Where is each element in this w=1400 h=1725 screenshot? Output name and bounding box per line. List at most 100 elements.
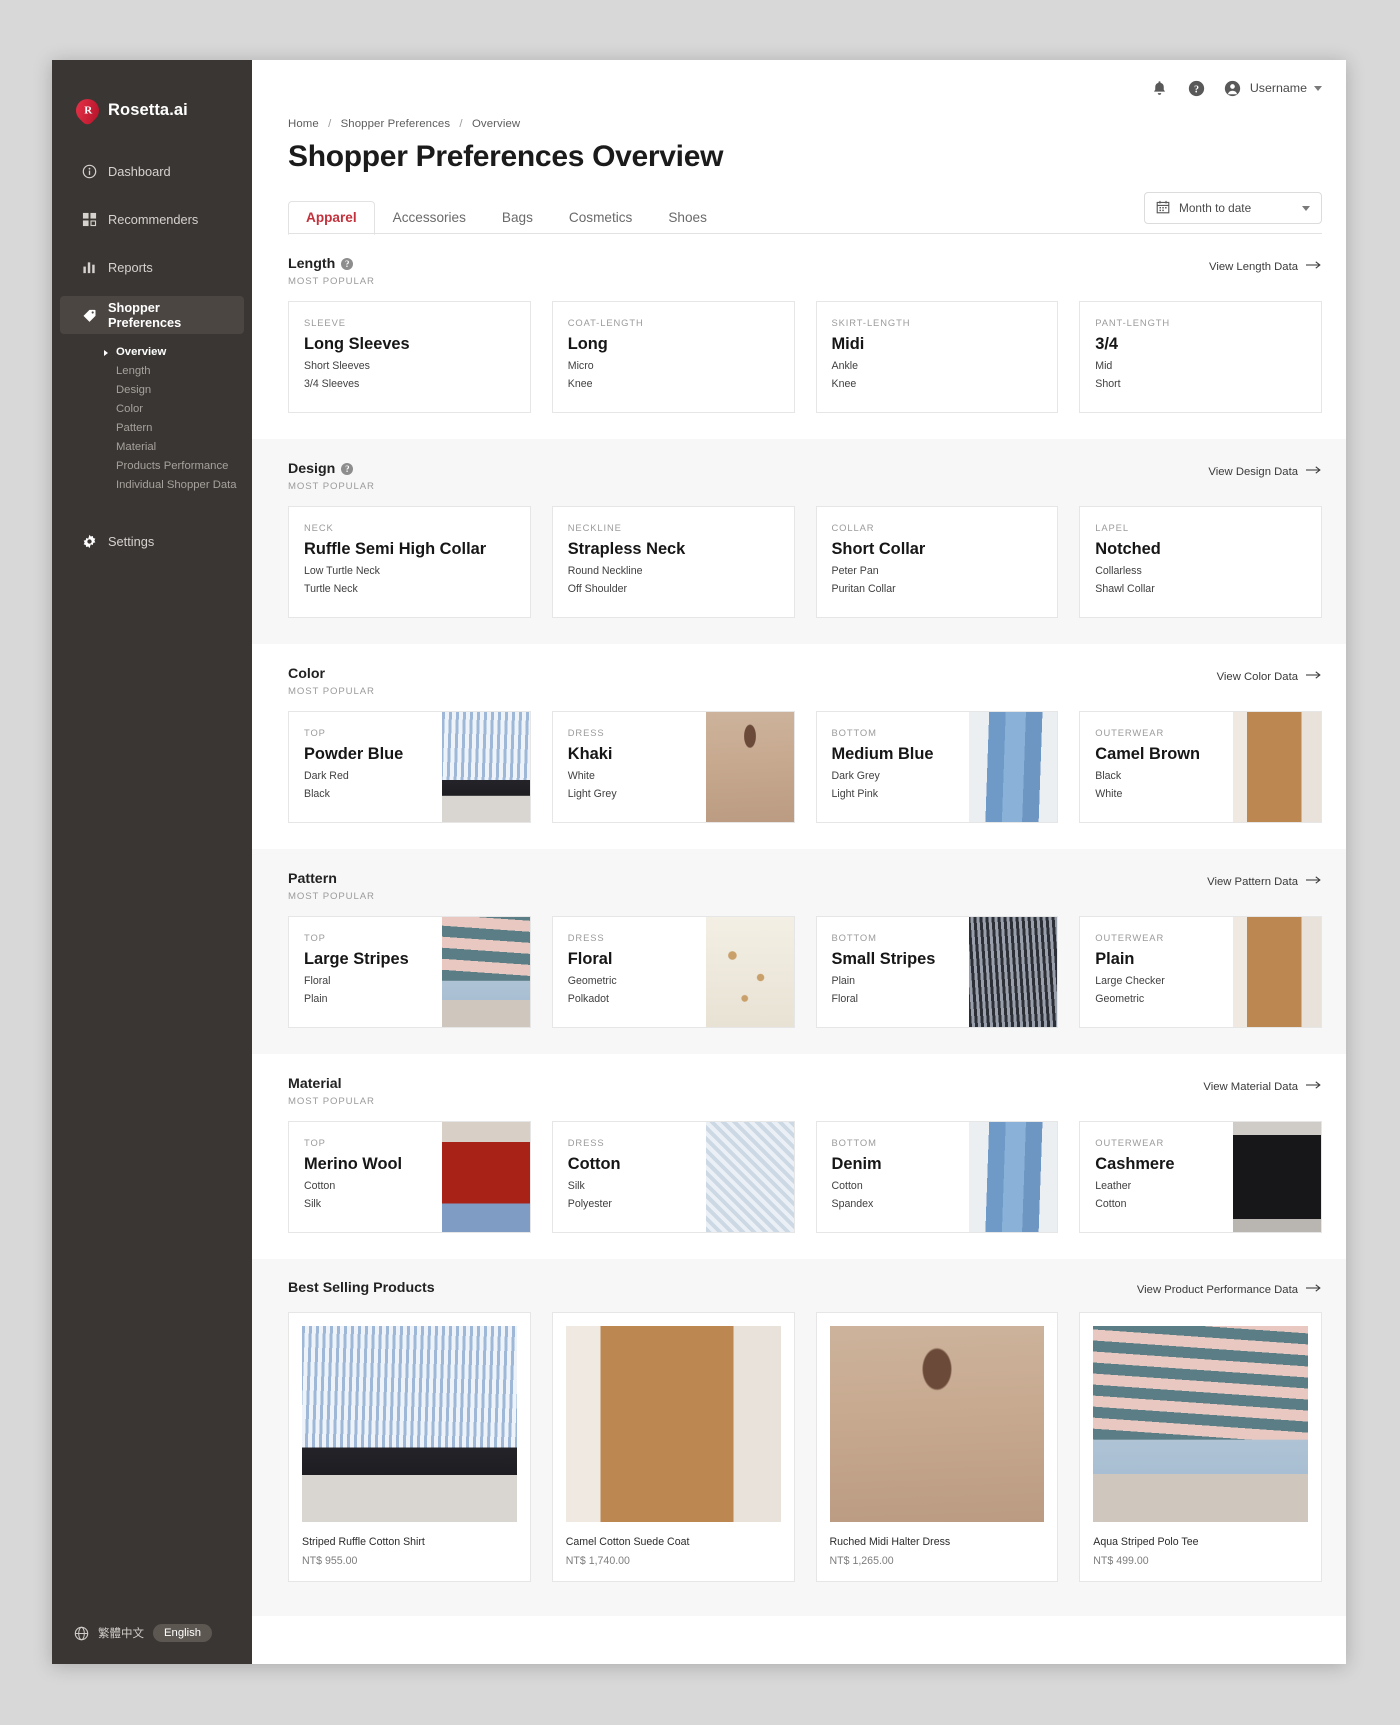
card-alt-value: Short Sleeves — [304, 360, 370, 372]
preference-card[interactable]: DRESS Floral Geometric Polkadot — [551, 916, 795, 1028]
view-pattern-data-link[interactable]: View Pattern Data — [1207, 875, 1322, 888]
product-card[interactable]: Striped Ruffle Cotton Shirt NT$ 955.00 — [288, 1312, 531, 1582]
view-color-data-link[interactable]: View Color Data — [1217, 670, 1322, 683]
view-length-data-link[interactable]: View Length Data — [1209, 260, 1322, 273]
sidebar-subitem-length[interactable]: Length — [52, 361, 252, 380]
card-alt-value: Short — [1095, 378, 1121, 390]
preference-card[interactable]: SLEEVE Long Sleeves Short Sleeves 3/4 Sl… — [288, 301, 531, 413]
view-material-data-link[interactable]: View Material Data — [1203, 1080, 1322, 1093]
section-title: Design — [288, 461, 336, 477]
tab-bags[interactable]: Bags — [484, 201, 551, 235]
section-title-wrap: Length ? — [288, 256, 375, 272]
preference-card[interactable]: COAT-LENGTH Long Micro Knee — [551, 301, 795, 413]
sidebar-subitem-color[interactable]: Color — [52, 399, 252, 418]
sidebar-subitem-products-performance[interactable]: Products Performance — [52, 456, 252, 475]
sidebar-item-shopper-preferences[interactable]: Shopper Preferences — [60, 296, 244, 334]
arrow-right-icon — [1306, 260, 1322, 273]
sidebar-item-dashboard[interactable]: Dashboard — [60, 152, 244, 190]
help-icon[interactable]: ? — [341, 258, 354, 270]
preference-card[interactable]: NECK Ruffle Semi High Collar Low Turtle … — [288, 506, 531, 618]
preference-card[interactable]: LAPEL Notched Collarless Shawl Collar — [1079, 506, 1322, 618]
question-circle-icon[interactable]: ? — [1187, 78, 1207, 98]
link-label: View Color Data — [1216, 670, 1298, 683]
sidebar-item-label: Settings — [108, 533, 155, 549]
card-top-value: Short Collar — [831, 540, 926, 558]
section-title: Best Selling Products — [288, 1279, 435, 1296]
card-alt-value: Floral — [831, 993, 859, 1005]
view-product-performance-data-link[interactable]: View Product Performance Data — [1137, 1283, 1322, 1296]
date-range-select[interactable]: Month to date — [1144, 192, 1322, 224]
card-top-value: Floral — [567, 950, 613, 968]
preference-card[interactable]: OUTERWEAR Cashmere Leather Cotton — [1079, 1121, 1322, 1233]
sidebar: R Rosetta.ai Dashboard Recommenders Repo… — [52, 60, 252, 1664]
preference-card[interactable]: COLLAR Short Collar Peter Pan Puritan Co… — [815, 506, 1059, 618]
sidebar-subitem-pattern[interactable]: Pattern — [52, 418, 252, 437]
card-thumbnail — [441, 712, 530, 822]
language-option-chinese[interactable]: 繁體中文 — [98, 1625, 144, 1641]
preference-card[interactable]: OUTERWEAR Plain Large Checker Geometric — [1079, 916, 1322, 1028]
card-top-value: Midi — [831, 335, 865, 353]
breadcrumb-item-home[interactable]: Home — [288, 118, 319, 130]
card-alt-value: Round Neckline — [567, 565, 643, 577]
sidebar-item-label: Recommenders — [108, 211, 199, 227]
preference-card[interactable]: DRESS Khaki White Light Grey — [551, 711, 795, 823]
tab-shoes[interactable]: Shoes — [650, 201, 725, 235]
help-icon[interactable]: ? — [341, 463, 354, 475]
preference-card[interactable]: PANT-LENGTH 3/4 Mid Short — [1079, 301, 1322, 413]
sidebar-item-settings[interactable]: Settings — [60, 522, 244, 560]
tab-accessories[interactable]: Accessories — [375, 201, 484, 235]
product-card[interactable]: Ruched Midi Halter Dress NT$ 1,265.00 — [815, 1312, 1059, 1582]
bell-icon[interactable] — [1150, 78, 1170, 98]
card-top-value: Long Sleeves — [304, 335, 410, 353]
preference-card[interactable]: BOTTOM Denim Cotton Spandex — [815, 1121, 1059, 1233]
preference-card[interactable]: TOP Powder Blue Dark Red Black — [288, 711, 531, 823]
tab-cosmetics[interactable]: Cosmetics — [551, 201, 650, 235]
rosetta-logo-icon: R — [71, 93, 104, 127]
preference-card[interactable]: BOTTOM Small Stripes Plain Floral — [815, 916, 1059, 1028]
section-title: Color — [288, 666, 326, 682]
product-card[interactable]: Aqua Striped Polo Tee NT$ 499.00 — [1079, 1312, 1322, 1582]
card-alt-value: Dark Red — [304, 770, 349, 782]
sidebar-subitem-overview[interactable]: Overview — [52, 342, 252, 361]
view-design-data-link[interactable]: View Design Data — [1208, 465, 1322, 478]
preference-card[interactable]: TOP Large Stripes Floral Plain — [288, 916, 531, 1028]
section-subtitle: MOST POPULAR — [288, 891, 375, 902]
breadcrumb-item-overview[interactable]: Overview — [472, 118, 520, 130]
preference-card[interactable]: TOP Merino Wool Cotton Silk — [288, 1121, 531, 1233]
page-title: Shopper Preferences Overview — [288, 140, 724, 173]
card-top-value: Khaki — [567, 745, 613, 763]
chevron-down-icon — [1314, 85, 1322, 91]
product-price: NT$ 499.00 — [1093, 1555, 1149, 1567]
breadcrumb-item-shopper-preferences[interactable]: Shopper Preferences — [341, 118, 451, 130]
card-alt-value: Geometric — [1095, 993, 1145, 1005]
card-category: LAPEL — [1095, 522, 1129, 533]
user-menu[interactable]: Username — [1223, 78, 1322, 98]
card-alt-value: Large Checker — [1095, 975, 1165, 987]
card-category: BOTTOM — [831, 932, 877, 943]
preference-card[interactable]: BOTTOM Medium Blue Dark Grey Light Pink — [815, 711, 1059, 823]
date-range-value: Month to date — [1179, 201, 1252, 215]
card-category: TOP — [304, 727, 326, 738]
language-option-english[interactable]: English — [153, 1624, 213, 1642]
section-header: Best Selling Products View Product Perfo… — [288, 1279, 1322, 1296]
preference-card[interactable]: DRESS Cotton Silk Polyester — [551, 1121, 795, 1233]
preference-card[interactable]: NECKLINE Strapless Neck Round Neckline O… — [551, 506, 795, 618]
sidebar-subitem-design[interactable]: Design — [52, 380, 252, 399]
sidebar-item-label: Dashboard — [108, 163, 171, 179]
section-title-wrap: Pattern — [288, 871, 375, 887]
product-card[interactable]: Camel Cotton Suede Coat NT$ 1,740.00 — [551, 1312, 795, 1582]
preference-card[interactable]: OUTERWEAR Camel Brown Black White — [1079, 711, 1322, 823]
sidebar-subitem-individual-shopper-data[interactable]: Individual Shopper Data — [52, 475, 252, 494]
sidebar-item-reports[interactable]: Reports — [60, 248, 244, 286]
product-price: NT$ 1,740.00 — [565, 1555, 630, 1567]
card-category: DRESS — [567, 932, 605, 943]
cards-row: NECK Ruffle Semi High Collar Low Turtle … — [288, 506, 1322, 618]
section-pattern: Pattern MOST POPULAR View Pattern Data T… — [252, 849, 1346, 1054]
tab-apparel[interactable]: Apparel — [288, 201, 375, 235]
card-category: COAT-LENGTH — [567, 317, 644, 328]
section-color: Color MOST POPULAR View Color Data TOP P… — [252, 644, 1346, 849]
preference-card[interactable]: SKIRT-LENGTH Midi Ankle Knee — [815, 301, 1059, 413]
card-alt-value: Puritan Collar — [831, 583, 896, 595]
sidebar-item-recommenders[interactable]: Recommenders — [60, 200, 244, 238]
sidebar-subitem-material[interactable]: Material — [52, 437, 252, 456]
